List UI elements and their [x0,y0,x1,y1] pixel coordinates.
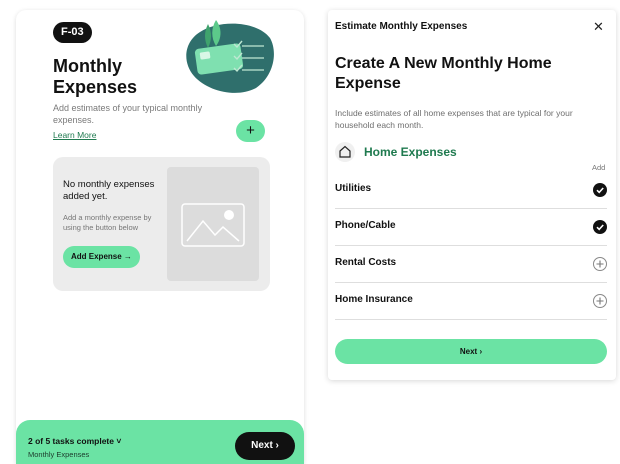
step-badge: F-03 [53,22,92,43]
row-label: Rental Costs [335,257,397,268]
empty-state-card: No monthly expenses added yet. Add a mon… [53,157,270,291]
add-expense-button[interactable]: Add Expense → [63,246,140,268]
close-icon[interactable]: ✕ [593,19,604,35]
task-progress-bar: 2 of 5 tasks complete ˅ Monthly Expenses… [16,420,304,464]
page-title: Monthly Expenses [53,56,138,97]
expense-row-utilities[interactable]: Utilities [335,172,607,209]
add-expense-fab[interactable]: + [236,120,265,142]
plus-circle-icon[interactable] [593,294,607,308]
modal-header-title: Estimate Monthly Expenses [335,21,468,32]
expense-row-rental-costs[interactable]: Rental Costs [335,246,607,283]
row-label: Home Insurance [335,294,413,305]
row-label: Utilities [335,183,372,194]
task-count-toggle[interactable]: 2 of 5 tasks complete ˅ [28,436,121,446]
home-icon [335,142,355,162]
modal-next-button[interactable]: Next › [335,339,607,364]
learn-more-link[interactable]: Learn More [53,130,96,140]
task-subtitle: Monthly Expenses [28,450,90,459]
modal-description: Include estimates of all home expenses t… [335,108,573,130]
empty-state-title: No monthly expenses added yet. [63,179,155,202]
check-icon[interactable] [593,183,607,197]
check-icon[interactable] [593,220,607,234]
onboarding-panel: F-03 Monthly Expenses Add estimates of y… [16,10,304,464]
page-description: Add estimates of your typical monthly ex… [53,103,203,125]
next-button[interactable]: Next › [235,432,295,460]
add-column-label: Add [592,163,606,172]
plus-circle-icon[interactable] [593,257,607,271]
expense-row-phone-cable[interactable]: Phone/Cable [335,209,607,246]
row-label: Phone/Cable [335,220,396,231]
placeholder-image [167,167,259,281]
expense-row-home-insurance[interactable]: Home Insurance [335,283,607,320]
estimate-expenses-modal: Estimate Monthly Expenses ✕ Create A New… [328,10,616,380]
section-title: Home Expenses [364,145,457,159]
modal-title: Create A New Monthly Home Expense [335,55,552,92]
empty-state-description: Add a monthly expense by using the butto… [63,213,152,232]
image-placeholder-icon [181,203,245,247]
